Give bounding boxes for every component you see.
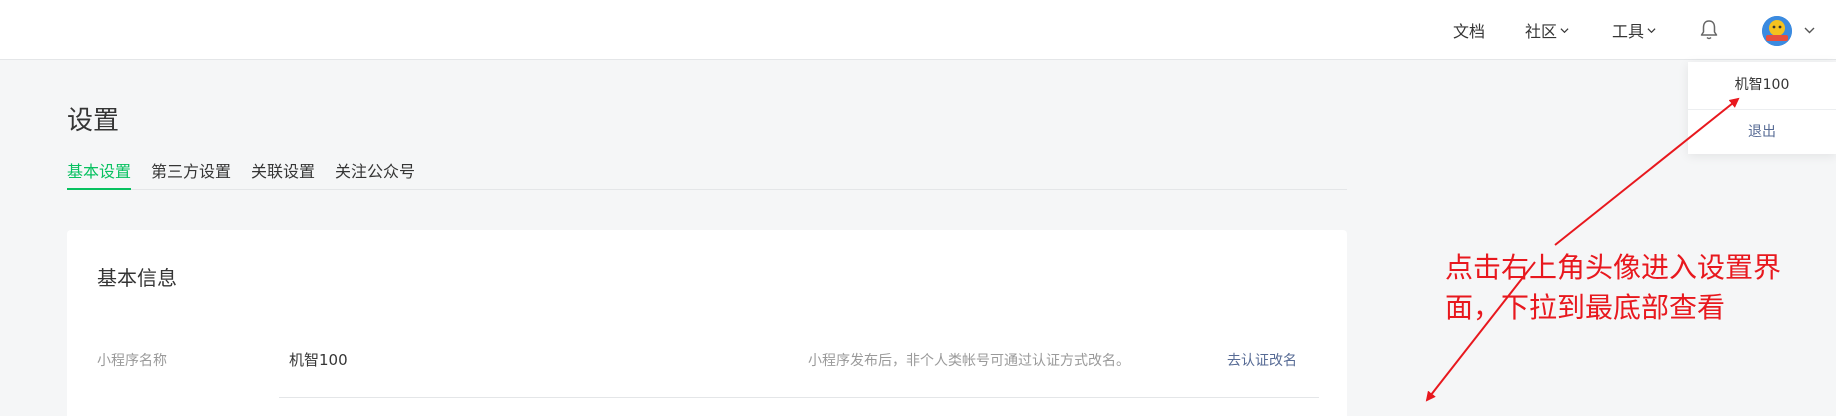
dropdown-username[interactable]: 机智100 <box>1688 72 1836 98</box>
settings-tabs: 基本设置 第三方设置 关联设置 关注公众号 <box>67 158 1347 190</box>
page-title: 设置 <box>67 106 120 136</box>
tab-basic-settings[interactable]: 基本设置 <box>67 158 132 190</box>
avatar[interactable] <box>1762 16 1792 46</box>
annotation-text-line2: 面，下拉到最底部查看 <box>1445 291 1726 324</box>
annotation-text: 点击右上角头像进入设置界 面，下拉到最底部查看 <box>1445 248 1825 328</box>
rename-tip: 小程序发布后，非个人类帐号可通过认证方式改名。 <box>808 353 1130 369</box>
basic-info-card: 基本信息 小程序名称 机智100 小程序发布后，非个人类帐号可通过认证方式改名。… <box>67 230 1347 416</box>
mini-program-name-label: 小程序名称 <box>97 353 167 369</box>
avatar-image <box>1762 16 1792 46</box>
section-title: 基本信息 <box>97 266 177 290</box>
nav-tools-label: 工具 <box>1612 22 1645 41</box>
nav-community-label: 社区 <box>1525 22 1558 41</box>
tab-association-settings[interactable]: 关联设置 <box>251 158 315 190</box>
certify-rename-link[interactable]: 去认证改名 <box>1227 350 1297 370</box>
nav-tools[interactable]: 工具 <box>1612 0 1656 60</box>
tab-third-party-settings[interactable]: 第三方设置 <box>151 158 231 190</box>
row-divider <box>279 397 1319 398</box>
nav-community[interactable]: 社区 <box>1525 0 1569 60</box>
user-dropdown-menu: 机智100 退出 <box>1688 62 1836 154</box>
chevron-down-icon[interactable] <box>1804 26 1815 35</box>
chevron-down-icon <box>1647 27 1656 33</box>
bell-icon[interactable] <box>1699 19 1719 41</box>
nav-docs-label: 文档 <box>1453 22 1486 41</box>
tab-follow-official-account[interactable]: 关注公众号 <box>335 158 415 190</box>
mini-program-name-value: 机智100 <box>289 351 348 369</box>
divider <box>1688 109 1836 110</box>
chevron-down-icon <box>1560 27 1569 33</box>
top-navigation-bar: 文档 社区 工具 <box>0 0 1836 60</box>
annotation-text-line1: 点击右上角头像进入设置界 <box>1445 251 1782 284</box>
nav-docs[interactable]: 文档 <box>1453 0 1485 60</box>
logout-link[interactable]: 退出 <box>1688 119 1836 145</box>
